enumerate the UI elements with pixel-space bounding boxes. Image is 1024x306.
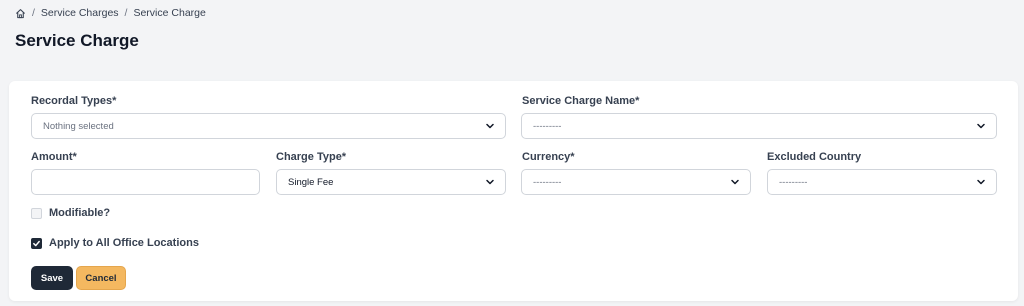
breadcrumb-separator: / [32,7,35,19]
excluded-country-select[interactable]: --------- [767,169,997,195]
charge-type-select[interactable]: Single Fee [276,169,506,195]
recordal-types-label: Recordal Types* [31,95,117,107]
charge-type-value: Single Fee [288,176,334,188]
cancel-button[interactable]: Cancel [76,266,126,290]
chevron-down-icon [484,120,496,132]
service-charge-name-select[interactable]: --------- [521,113,997,139]
chevron-down-icon [729,176,741,188]
service-charge-name-label: Service Charge Name* [522,95,640,107]
excluded-country-value: --------- [779,176,808,188]
save-button[interactable]: Save [31,266,73,290]
recordal-types-value: Nothing selected [43,120,114,132]
excluded-country-label: Excluded Country [767,151,862,163]
amount-label: Amount* [31,151,77,163]
chevron-down-icon [484,176,496,188]
apply-all-checkbox[interactable] [31,237,42,249]
check-icon [33,240,40,246]
charge-type-label: Charge Type* [276,151,347,163]
breadcrumb-service-charges[interactable]: Service Charges [41,7,119,19]
currency-value: --------- [533,176,562,188]
breadcrumb: / Service Charges / Service Charge [15,7,206,19]
chevron-down-icon [975,120,987,132]
recordal-types-select[interactable]: Nothing selected [31,113,506,139]
modifiable-row[interactable]: Modifiable? [31,207,110,219]
home-icon[interactable] [15,8,26,19]
chevron-down-icon [975,176,987,188]
modifiable-label: Modifiable? [49,207,111,219]
breadcrumb-separator: / [124,7,128,19]
service-charge-name-value: --------- [533,120,562,132]
currency-select[interactable]: --------- [521,169,751,195]
breadcrumb-current: Service Charge [133,7,206,19]
page-title: Service Charge [15,31,139,50]
amount-input[interactable] [31,169,260,195]
apply-all-row[interactable]: Apply to All Office Locations [31,237,199,249]
apply-all-label: Apply to All Office Locations [49,237,199,249]
currency-label: Currency* [522,151,575,163]
modifiable-checkbox[interactable] [31,207,42,219]
